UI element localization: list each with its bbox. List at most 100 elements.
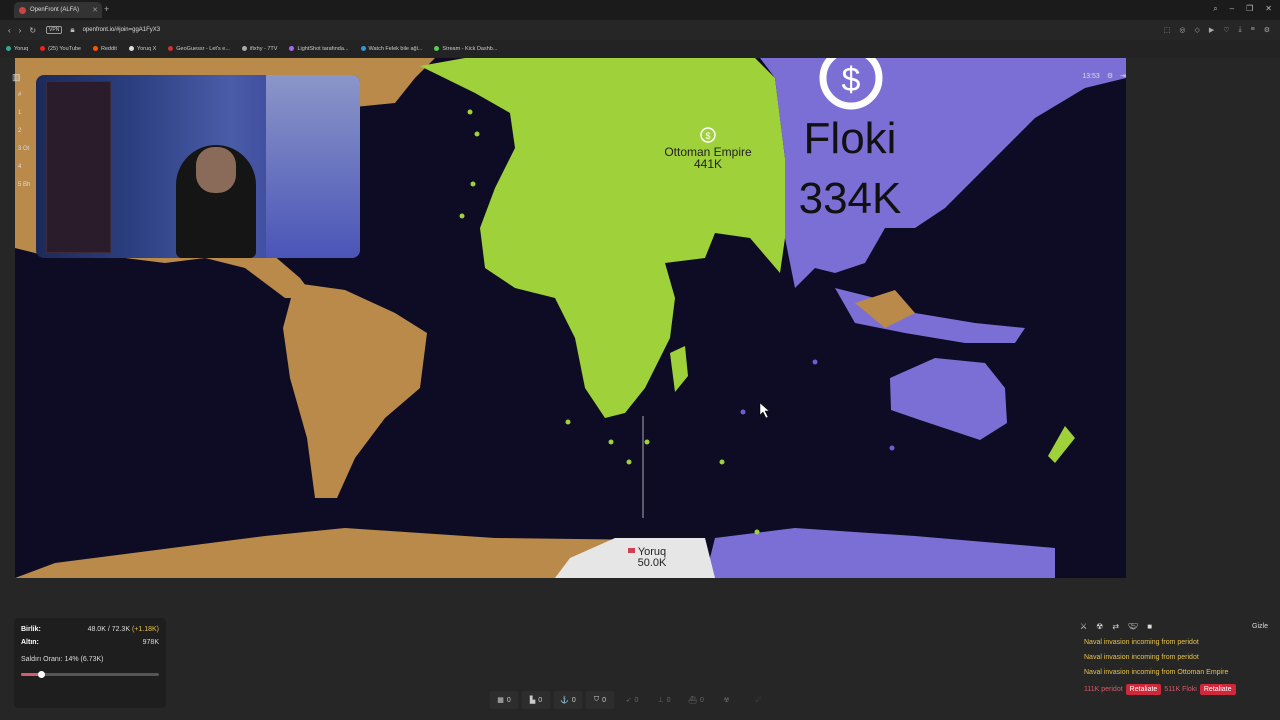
leaderboard-header: # <box>18 92 22 98</box>
ottoman-ship[interactable] <box>474 131 480 137</box>
leaderboard-row[interactable]: 5 Bh <box>15 176 37 194</box>
close-window-icon[interactable]: ✕ <box>1265 4 1272 14</box>
bookmark-item[interactable]: Watch Felek bile ağl... <box>360 46 422 52</box>
settings-icon[interactable]: ⚙ <box>1264 26 1270 34</box>
search-tabs-icon[interactable]: ⌕ <box>1213 4 1217 14</box>
build-toolbar: ▦ 0 ▙ 0 ⚓ 0 ⛉ 0 ➶ 0 ⊥ 0 ⛴ 0 ☢ ☄ <box>490 690 795 710</box>
leaderboard-row[interactable]: 3 Ot <box>15 140 37 158</box>
ottoman-territory <box>420 58 785 418</box>
hydrogen-bomb-build-button[interactable]: ☄ <box>746 691 774 709</box>
bookmark-item[interactable]: Stream - Kick Dashb... <box>434 46 497 52</box>
missile-build-button[interactable]: ➶ 0 <box>618 691 646 709</box>
defense-build-button[interactable]: ⛉ 0 <box>586 691 614 709</box>
bookmark-label: Reddit <box>101 46 117 52</box>
bookmark-icon <box>6 46 11 52</box>
leaderboard-row[interactable]: 1 <box>15 104 37 122</box>
gold-value: 978K <box>142 639 159 646</box>
bookmark-icon <box>360 46 366 52</box>
webcam-wall <box>266 75 360 258</box>
factory-icon: ▙ <box>529 697 536 704</box>
floki-troops-label: 334K <box>799 174 902 223</box>
city-build-button[interactable]: ▦ 0 <box>490 691 518 709</box>
forward-icon[interactable]: › <box>19 26 22 35</box>
build-count: 0 <box>666 696 671 704</box>
play-icon[interactable]: ▶ <box>1209 26 1214 34</box>
lock-icon: 🔒︎ <box>70 25 75 34</box>
factory-build-button[interactable]: ▙ 0 <box>522 691 550 709</box>
browser-tab-bar: OpenFront (ALFA) ✕ + ⌕ – ❐ ✕ <box>0 0 1280 20</box>
warship-icon: ⛴ <box>688 697 697 704</box>
minimize-icon[interactable]: – <box>1230 4 1234 14</box>
port-build-button[interactable]: ⚓ 0 <box>554 691 582 709</box>
ottoman-ship[interactable] <box>719 459 725 465</box>
leaderboard-toggle-icon[interactable]: ▥ <box>12 72 21 83</box>
retaliate-button[interactable]: Retaliate <box>1199 684 1236 695</box>
reload-icon[interactable]: ↻ <box>29 26 36 35</box>
ottoman-ship[interactable] <box>644 439 650 445</box>
chat-icon[interactable]: ■ <box>1147 622 1152 631</box>
bookmark-item[interactable]: (25) YouTube <box>40 46 81 52</box>
maximize-icon[interactable]: ❐ <box>1246 4 1253 14</box>
extension-icon[interactable]: ⬚ <box>1164 26 1171 34</box>
browser-tab[interactable]: OpenFront (ALFA) ✕ <box>14 2 102 18</box>
back-icon[interactable]: ‹ <box>8 26 11 35</box>
retaliate-target-label: 111K peridot <box>1084 686 1123 693</box>
bookmark-icon <box>434 46 440 52</box>
warship-build-button[interactable]: ⛴ 0 <box>682 691 710 709</box>
ottoman-ship[interactable] <box>565 419 571 425</box>
vpn-badge[interactable]: VPN <box>46 26 63 34</box>
player-stats-panel: Birlik: 48.0K / 72.3K (+1.18K) Altın: 97… <box>14 618 166 708</box>
webcam-poster <box>46 81 111 253</box>
bookmark-item[interactable]: LightShot tarafında... <box>289 46 349 52</box>
floki-ship[interactable] <box>812 359 818 365</box>
bookmark-item[interactable]: Reddit <box>93 46 117 52</box>
antarctica-neutral <box>15 528 655 578</box>
build-count: 0 <box>571 696 576 704</box>
troops-row: Birlik: 48.0K / 72.3K (+1.18K) <box>21 626 159 633</box>
bookmark-item[interactable]: GeoGuessr - Let's e... <box>168 46 230 52</box>
ottoman-ship[interactable] <box>470 181 476 187</box>
alliance-icon[interactable]: 🤝︎ <box>1128 622 1138 631</box>
leaderboard-row[interactable]: 4 <box>15 158 37 176</box>
close-tab-icon[interactable]: ✕ <box>92 6 98 14</box>
heart-icon[interactable]: ♡ <box>1223 26 1229 34</box>
sam-icon: ⊥ <box>657 697 664 704</box>
sword-icon[interactable]: ⚔ <box>1080 622 1087 631</box>
ottoman-ship[interactable] <box>608 439 614 445</box>
attack-ratio-knob[interactable] <box>38 671 46 678</box>
extension-icon[interactable]: ◇ <box>1194 26 1199 34</box>
retaliate-button[interactable]: Retaliate <box>1125 684 1162 695</box>
retaliate-row: 111K peridot Retaliate 511K Floki Retali… <box>1084 684 1268 695</box>
exit-icon[interactable]: ⇥ <box>1120 72 1126 80</box>
settings-gear-icon[interactable]: ⚙ <box>1107 72 1113 80</box>
ottoman-gold-symbol: $ <box>705 131 710 141</box>
leaderboard-row[interactable]: 2 <box>15 122 37 140</box>
streamer-head <box>196 147 236 193</box>
port-icon: ⚓ <box>560 697 569 704</box>
bookmark-icon <box>40 46 46 52</box>
floki-ship[interactable] <box>740 409 746 415</box>
bookmark-item[interactable]: ifixhy - 7TV <box>241 46 277 52</box>
ottoman-ship[interactable] <box>459 213 465 219</box>
hide-events-button[interactable]: Gizle <box>1252 623 1268 630</box>
ottoman-ship[interactable] <box>626 459 632 465</box>
ottoman-ship[interactable] <box>467 109 473 115</box>
missile-icon: ➶ <box>625 697 632 704</box>
floki-ship[interactable] <box>889 445 895 451</box>
sam-build-button[interactable]: ⊥ 0 <box>650 691 678 709</box>
bookmark-item[interactable]: Yoruq X <box>128 46 156 52</box>
floki-name-label: Floki <box>804 114 897 163</box>
extension-icons: ⬚ ◎ ◇ ▶ ♡ ⤓ ≡ ⚙ <box>1164 26 1270 34</box>
new-tab-icon[interactable]: + <box>104 4 109 14</box>
trade-icon[interactable]: ⇄ <box>1112 622 1119 631</box>
bookmark-item[interactable]: Yoruq <box>6 46 28 52</box>
menu-icon[interactable]: ≡ <box>1251 26 1255 34</box>
ottoman-ship[interactable] <box>754 529 760 535</box>
camera-icon[interactable]: ◎ <box>1179 26 1185 34</box>
nuke-icon[interactable]: ☢ <box>1096 622 1103 631</box>
download-icon[interactable]: ⤓ <box>1239 26 1242 34</box>
yoruq-troops-label: 50.0K <box>638 557 667 569</box>
address-bar[interactable]: openfront.io/#join=ggA1FyX3 <box>83 27 161 33</box>
attack-ratio-slider[interactable] <box>21 671 159 678</box>
nuke-build-button[interactable]: ☢ <box>714 691 742 709</box>
